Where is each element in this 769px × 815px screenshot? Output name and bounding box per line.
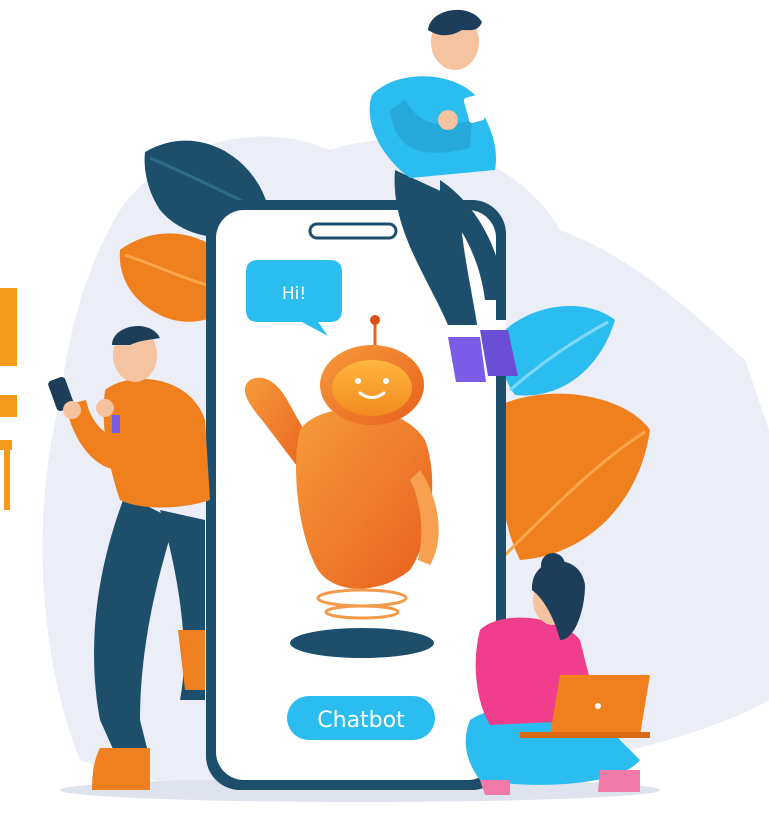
speech-bubble-text: Hi!	[282, 284, 306, 304]
chatbot-button-label: Chatbot	[317, 708, 405, 733]
partial-text-letter	[0, 288, 17, 510]
chatbot-button[interactable]: Chatbot	[287, 696, 435, 740]
robot-face	[332, 360, 412, 416]
robot-shadow	[290, 628, 434, 658]
robot-body	[296, 408, 433, 589]
chatbot-illustration: Hi! Chatbot	[0, 9, 769, 802]
illustration: Hi! Chatbot	[0, 0, 769, 815]
